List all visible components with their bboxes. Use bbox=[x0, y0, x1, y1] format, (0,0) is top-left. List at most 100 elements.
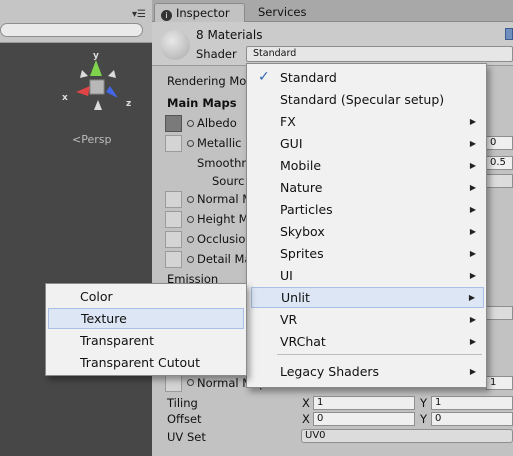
tiling-y-label: Y bbox=[420, 396, 428, 410]
persp-label[interactable]: <Persp bbox=[72, 133, 111, 146]
submenu-arrow-icon: ▶ bbox=[469, 227, 476, 236]
submenu-arrow-icon: ▶ bbox=[469, 271, 476, 280]
menu-item-particles[interactable]: Particles ▶ bbox=[251, 199, 484, 220]
submenu-item-color[interactable]: Color bbox=[48, 286, 244, 307]
metallic-picker-icon[interactable] bbox=[187, 140, 194, 147]
menu-item-fx[interactable]: FX ▶ bbox=[251, 111, 484, 132]
submenu-arrow-icon: ▶ bbox=[469, 315, 476, 324]
menu-item-sprites[interactable]: Sprites ▶ bbox=[251, 243, 484, 264]
occlusion-label: Occlusio bbox=[197, 232, 246, 246]
help-icon[interactable] bbox=[505, 28, 513, 40]
normal-map-label: Normal M bbox=[197, 192, 253, 206]
menu-item-label: Legacy Shaders bbox=[280, 364, 380, 379]
tab-services-label: Services bbox=[258, 5, 307, 19]
menu-item-vrchat[interactable]: VRChat ▶ bbox=[251, 331, 484, 352]
tiling-x-label: X bbox=[302, 396, 310, 410]
menu-item-mobile[interactable]: Mobile ▶ bbox=[251, 155, 484, 176]
menu-item-skybox[interactable]: Skybox ▶ bbox=[251, 221, 484, 242]
uv-set-label: UV Set bbox=[167, 430, 206, 444]
metallic-value-field[interactable]: 0 bbox=[486, 136, 513, 150]
submenu-arrow-icon: ▶ bbox=[469, 337, 476, 346]
height-map-picker-icon[interactable] bbox=[187, 216, 194, 223]
height-map-slot[interactable] bbox=[165, 211, 182, 228]
tiling-x-field[interactable]: 1 bbox=[313, 396, 415, 410]
menu-item-label: Nature bbox=[280, 180, 323, 195]
menu-separator bbox=[277, 354, 482, 355]
smoothness-label: Smoothn bbox=[197, 156, 249, 170]
submenu-item-transparent-cutout[interactable]: Transparent Cutout bbox=[48, 352, 244, 373]
submenu-arrow-icon: ▶ bbox=[469, 139, 476, 148]
inspector-header: 8 Materials Shader Standard bbox=[152, 22, 513, 66]
scene-toolbar: ▾☰ bbox=[0, 0, 152, 43]
menu-icon[interactable]: ▾☰ bbox=[132, 9, 146, 20]
normal-map-picker-icon[interactable] bbox=[187, 196, 194, 203]
gizmo-z-label: z bbox=[126, 99, 131, 109]
menu-item-gui[interactable]: GUI ▶ bbox=[251, 133, 484, 154]
submenu-arrow-icon: ▶ bbox=[469, 249, 476, 258]
menu-item-label: VRChat bbox=[280, 334, 326, 349]
menu-item-ui[interactable]: UI ▶ bbox=[251, 265, 484, 286]
offset-y-field[interactable]: 0 bbox=[431, 412, 513, 426]
menu-item-label: Unlit bbox=[281, 290, 310, 305]
uv-set-dropdown[interactable]: UV0 bbox=[301, 429, 513, 443]
source-dropdown[interactable] bbox=[486, 174, 513, 188]
offset-x-label: X bbox=[302, 412, 310, 426]
scene-orientation-gizmo[interactable]: y x z bbox=[60, 48, 136, 118]
albedo-label: Albedo bbox=[197, 116, 237, 130]
submenu-arrow-icon: ▶ bbox=[469, 161, 476, 170]
shader-dropdown[interactable]: Standard bbox=[246, 46, 513, 62]
detail-mask-picker-icon[interactable] bbox=[187, 256, 194, 263]
submenu-item-texture[interactable]: Texture bbox=[48, 308, 244, 329]
scene-view[interactable]: ▾☰ y x z <Persp bbox=[0, 0, 152, 456]
offset-x-field[interactable]: 0 bbox=[313, 412, 415, 426]
tiling-y-field[interactable]: 1 bbox=[431, 396, 513, 410]
tab-services[interactable]: Services bbox=[252, 3, 313, 22]
menu-item-legacy-shaders[interactable]: Legacy Shaders ▶ bbox=[251, 361, 484, 382]
submenu-item-transparent[interactable]: Transparent bbox=[48, 330, 244, 351]
tab-bar: i Inspector Services bbox=[152, 0, 513, 22]
albedo-texture-slot[interactable] bbox=[165, 115, 182, 132]
menu-item-label: Skybox bbox=[280, 224, 325, 239]
main-maps-heading: Main Maps bbox=[167, 96, 237, 110]
menu-item-label: Mobile bbox=[280, 158, 322, 173]
submenu-arrow-icon: ▶ bbox=[468, 293, 475, 302]
check-icon: ✓ bbox=[258, 69, 270, 85]
normal-map-slot[interactable] bbox=[165, 191, 182, 208]
menu-item-vr[interactable]: VR ▶ bbox=[251, 309, 484, 330]
albedo-picker-icon[interactable] bbox=[187, 120, 194, 127]
shader-menu: ✓ Standard Standard (Specular setup) FX ▶ … bbox=[246, 63, 487, 388]
detail-mask-slot[interactable] bbox=[165, 251, 182, 268]
metallic-texture-slot[interactable] bbox=[165, 135, 182, 152]
smoothness-value-field[interactable]: 0.5 bbox=[486, 156, 513, 170]
tab-inspector-label: Inspector bbox=[176, 6, 230, 20]
menu-item-label: Standard bbox=[280, 70, 337, 85]
occlusion-slot[interactable] bbox=[165, 231, 182, 248]
offset-y-label: Y bbox=[420, 412, 428, 426]
menu-item-label: Sprites bbox=[280, 246, 324, 261]
menu-item-nature[interactable]: Nature ▶ bbox=[251, 177, 484, 198]
submenu-arrow-icon: ▶ bbox=[469, 183, 476, 192]
submenu-arrow-icon: ▶ bbox=[469, 205, 476, 214]
secondary-field[interactable] bbox=[486, 306, 513, 320]
shader-label: Shader bbox=[196, 47, 237, 61]
secondary-normal-map-picker-icon[interactable] bbox=[187, 379, 194, 386]
gizmo-y-label: y bbox=[93, 51, 99, 61]
scene-search-input[interactable] bbox=[0, 23, 143, 37]
menu-item-label: VR bbox=[280, 312, 298, 327]
secondary-normal-map-value[interactable]: 1 bbox=[486, 376, 513, 390]
gizmo-x-label: x bbox=[62, 93, 68, 103]
source-label: Sourc bbox=[212, 174, 245, 188]
menu-item-label: Standard (Specular setup) bbox=[280, 92, 445, 107]
menu-item-standard-specular[interactable]: Standard (Specular setup) bbox=[251, 89, 484, 110]
secondary-normal-map-slot[interactable] bbox=[165, 375, 182, 392]
tab-inspector[interactable]: i Inspector bbox=[154, 3, 245, 22]
rendering-mode-label: Rendering Mo bbox=[167, 74, 247, 88]
occlusion-picker-icon[interactable] bbox=[187, 236, 194, 243]
menu-item-label: GUI bbox=[280, 136, 303, 151]
menu-item-label: Particles bbox=[280, 202, 333, 217]
unlit-submenu: Color Texture Transparent Transparent Cu… bbox=[45, 283, 247, 376]
menu-item-standard[interactable]: ✓ Standard bbox=[251, 67, 484, 88]
material-title: 8 Materials bbox=[196, 28, 263, 42]
menu-item-unlit[interactable]: Unlit ▶ bbox=[251, 287, 484, 308]
offset-label: Offset bbox=[167, 412, 202, 426]
